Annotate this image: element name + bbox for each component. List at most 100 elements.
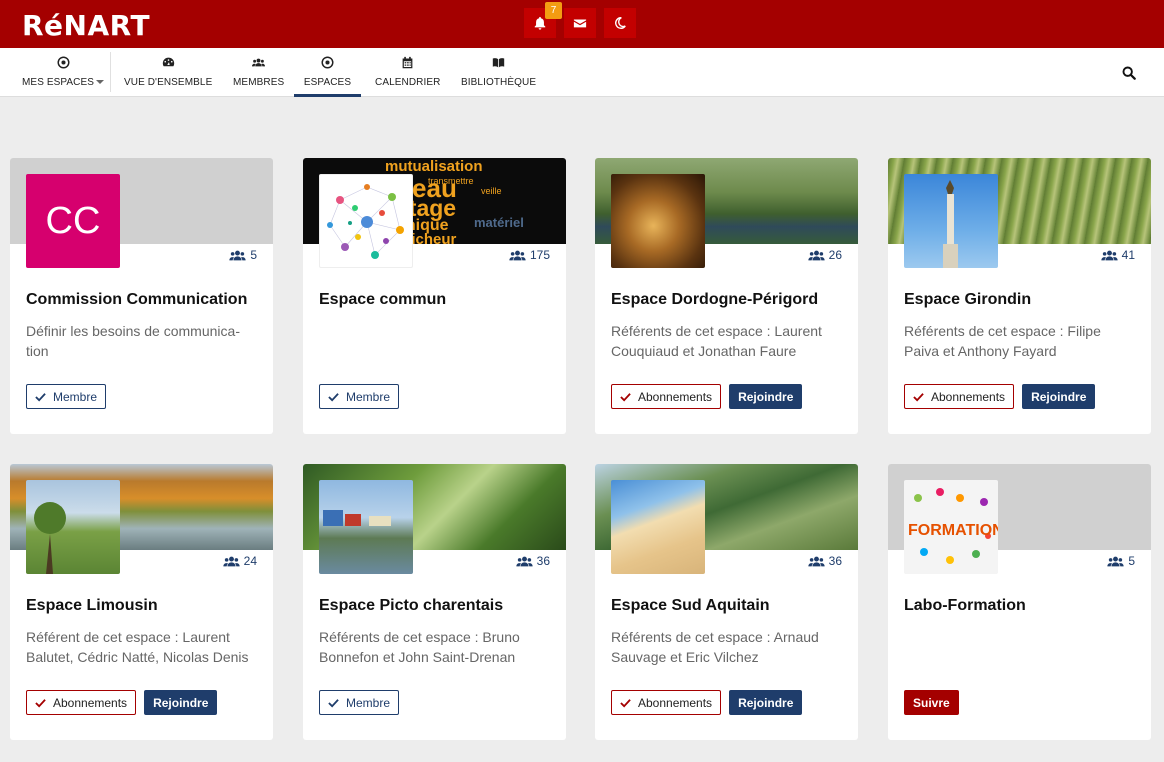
space-card[interactable]: CC 5 Commission Communication Définir le… xyxy=(10,158,273,434)
space-title[interactable]: Commission Communication xyxy=(26,291,247,309)
space-avatar xyxy=(319,174,413,268)
membre-label: Membre xyxy=(346,695,391,710)
space-title[interactable]: Labo-Formation xyxy=(904,597,1026,615)
nav-vue-label: VUE D'ENSEMBLE xyxy=(124,77,213,88)
abonnements-button[interactable]: Abonnements xyxy=(611,384,722,409)
member-count: 24 xyxy=(223,554,257,568)
space-title[interactable]: Espace Girondin xyxy=(904,291,1031,309)
space-card[interactable]: FORMATION 5 Labo-Formation Suivre xyxy=(888,464,1151,740)
rejoindre-label: Rejoindre xyxy=(738,695,794,710)
space-description: Référents de cet espace : Arnaud Sauvage… xyxy=(611,629,819,665)
nav-bibliotheque-label: BIBLIOTHÈQUE xyxy=(461,77,537,88)
check-icon xyxy=(35,392,46,402)
space-avatar xyxy=(26,480,120,574)
users-icon xyxy=(516,556,533,566)
rejoindre-button[interactable]: Rejoindre xyxy=(729,384,803,409)
space-card[interactable]: 36 Espace Sud Aquitain Référents de cet … xyxy=(595,464,858,740)
nav-calendrier-label: CALENDRIER xyxy=(375,77,441,88)
nav-calendrier[interactable]: CALENDRIER xyxy=(375,48,440,97)
dot-circle-icon xyxy=(321,56,334,69)
membre-button[interactable]: Membre xyxy=(26,384,107,409)
check-icon xyxy=(35,698,46,708)
membre-label: Membre xyxy=(346,389,391,404)
member-count-value: 41 xyxy=(1121,248,1135,262)
abonnements-label: Abonnements xyxy=(638,695,713,710)
main-nav: MES ESPACES VUE D'ENSEMBLE MEMBRES ESPAC… xyxy=(0,48,1164,97)
space-title[interactable]: Espace commun xyxy=(319,291,446,309)
abonnements-label: Abonnements xyxy=(53,695,128,710)
book-open-icon xyxy=(492,58,505,68)
nav-membres-label: MEMBRES xyxy=(233,77,285,88)
abonnements-button[interactable]: Abonnements xyxy=(611,690,722,715)
moon-icon xyxy=(615,17,626,29)
member-count-value: 24 xyxy=(243,554,257,568)
space-description: Définir les besoins de communica-tion xyxy=(26,323,240,359)
space-card[interactable]: 41 Espace Girondin Référents de cet espa… xyxy=(888,158,1151,434)
space-title[interactable]: Espace Limousin xyxy=(26,597,158,615)
rejoindre-button[interactable]: Rejoindre xyxy=(729,690,803,715)
nav-mes-espaces[interactable]: MES ESPACES xyxy=(22,48,105,97)
dark-mode-button[interactable] xyxy=(604,8,636,38)
word-cloud-word: matériel xyxy=(474,215,524,230)
word-cloud-word: veille xyxy=(481,186,502,196)
rejoindre-label: Rejoindre xyxy=(738,389,794,404)
rejoindre-label: Rejoindre xyxy=(1031,389,1087,404)
member-count: 36 xyxy=(516,554,550,568)
space-avatar: CC xyxy=(26,174,120,268)
formation-logo-text: FORMATION xyxy=(908,522,998,539)
member-count-value: 36 xyxy=(828,554,842,568)
nav-espaces[interactable]: ESPACES xyxy=(294,48,361,97)
space-title[interactable]: Espace Picto charentais xyxy=(319,597,503,615)
envelope-icon xyxy=(573,19,587,28)
member-count-value: 5 xyxy=(250,248,257,262)
membre-button[interactable]: Membre xyxy=(319,384,400,409)
suivre-button[interactable]: Suivre xyxy=(904,690,959,715)
check-icon xyxy=(620,698,631,708)
users-icon xyxy=(808,250,825,260)
space-description: Référents de cet espace : Laurent Couqui… xyxy=(611,323,822,359)
messages-button[interactable] xyxy=(564,8,596,38)
caret-down-icon xyxy=(96,80,105,85)
abonnements-button[interactable]: Abonnements xyxy=(26,690,137,715)
rejoindre-button[interactable]: Rejoindre xyxy=(144,690,218,715)
users-icon xyxy=(1107,556,1124,566)
check-icon xyxy=(328,392,339,402)
search-icon xyxy=(1122,66,1136,80)
space-avatar xyxy=(611,174,705,268)
users-icon xyxy=(1101,250,1118,260)
space-avatar: FORMATION xyxy=(904,480,998,574)
member-count-value: 175 xyxy=(529,248,550,262)
space-title[interactable]: Espace Sud Aquitain xyxy=(611,597,770,615)
rejoindre-label: Rejoindre xyxy=(153,695,209,710)
users-icon xyxy=(229,250,246,260)
rejoindre-button[interactable]: Rejoindre xyxy=(1022,384,1096,409)
member-count: 26 xyxy=(808,248,842,262)
nav-divider xyxy=(110,52,111,92)
nav-mes-espaces-label: MES ESPACES xyxy=(22,77,95,88)
search-button[interactable] xyxy=(1122,66,1138,82)
check-icon xyxy=(620,392,631,402)
nav-vue-ensemble[interactable]: VUE D'ENSEMBLE xyxy=(124,48,212,97)
nav-membres[interactable]: MEMBRES xyxy=(233,48,284,97)
dot-circle-icon xyxy=(57,56,70,69)
abonnements-button[interactable]: Abonnements xyxy=(904,384,1015,409)
site-logo[interactable]: RéNART xyxy=(22,9,150,42)
space-avatar xyxy=(319,480,413,574)
space-description: Référents de cet espace : Bruno Bonnefon… xyxy=(319,629,520,665)
space-card[interactable]: 26 Espace Dordogne-Périgord Référents de… xyxy=(595,158,858,434)
space-card[interactable]: mutualisation transmettre réseau veille … xyxy=(303,158,566,434)
calendar-icon xyxy=(402,56,413,69)
space-title[interactable]: Espace Dordogne-Périgord xyxy=(611,291,818,309)
nav-bibliotheque[interactable]: BIBLIOTHÈQUE xyxy=(461,48,536,97)
check-icon xyxy=(913,392,924,402)
check-icon xyxy=(328,698,339,708)
users-icon xyxy=(808,556,825,566)
space-card[interactable]: 36 Espace Picto charentais Référents de … xyxy=(303,464,566,740)
space-description: Référents de cet espace : Filipe Paiva e… xyxy=(904,323,1101,359)
avatar-initials: CC xyxy=(45,199,101,242)
space-card[interactable]: 24 Espace Limousin Référent de cet espac… xyxy=(10,464,273,740)
membre-button[interactable]: Membre xyxy=(319,690,400,715)
dashboard-icon xyxy=(162,57,174,67)
notification-badge: 7 xyxy=(545,2,562,19)
users-icon xyxy=(223,556,240,566)
